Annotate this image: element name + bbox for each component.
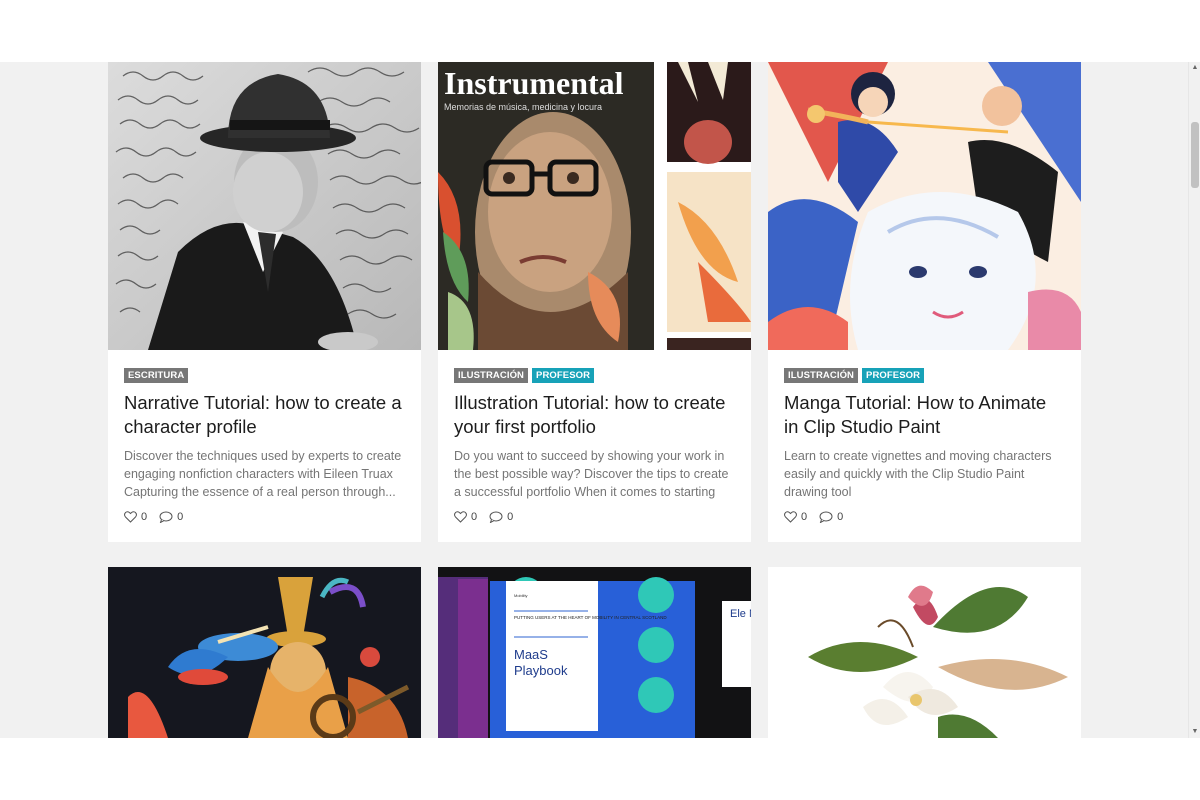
comment-icon — [159, 511, 173, 523]
like-button[interactable]: 0 — [124, 511, 147, 523]
tutorial-card[interactable]: Instrumental Memorias de música, medicin… — [438, 62, 751, 542]
category-tag[interactable]: ILUSTRACIÓN — [454, 368, 529, 383]
like-count: 0 — [801, 511, 808, 523]
heart-icon — [124, 511, 137, 523]
heart-icon — [454, 511, 467, 523]
book-small-text: Mobility — [514, 593, 528, 598]
heart-icon — [784, 511, 797, 523]
cover-title: Instrumental — [444, 65, 624, 101]
category-tag[interactable]: ESCRITURA — [124, 368, 189, 383]
card-thumbnail[interactable]: Instrumental Memorias de música, medicin… — [438, 62, 751, 350]
card-thumbnail[interactable] — [108, 62, 421, 350]
comment-icon — [819, 511, 833, 523]
comment-icon — [489, 511, 503, 523]
like-count: 0 — [141, 511, 148, 523]
card-title[interactable]: Narrative Tutorial: how to create a char… — [124, 391, 405, 438]
comments-button[interactable]: 0 — [159, 511, 183, 523]
comment-count: 0 — [177, 511, 184, 523]
like-button[interactable]: 0 — [454, 511, 477, 523]
comments-button[interactable]: 0 — [819, 511, 843, 523]
side-book-text: Ele Na 20 — [730, 608, 751, 620]
cover-subtitle: Memorias de música, medicina y locura — [444, 102, 602, 112]
card-thumbnail[interactable]: Mobility PUTTING USERS AT THE HEART OF M… — [438, 567, 751, 738]
tutorial-card[interactable]: ESCRITURA Narrative Tutorial: how to cre… — [108, 62, 421, 542]
content-viewport: ESCRITURA Narrative Tutorial: how to cre… — [0, 62, 1188, 738]
scrollbar-thumb[interactable] — [1191, 122, 1199, 188]
tutorial-card[interactable]: Mobility PUTTING USERS AT THE HEART OF M… — [438, 567, 751, 738]
comments-button[interactable]: 0 — [489, 511, 513, 523]
card-excerpt: Do you want to succeed by showing your w… — [454, 449, 729, 499]
professor-tag[interactable]: PROFESOR — [532, 368, 595, 383]
book-heading: PUTTING USERS AT THE HEART OF MOBILITY I… — [514, 615, 667, 620]
professor-tag[interactable]: PROFESOR — [862, 368, 925, 383]
card-excerpt: Learn to create vignettes and moving cha… — [784, 449, 1052, 499]
card-thumbnail[interactable] — [108, 567, 421, 738]
scroll-down-icon[interactable]: ▼ — [1190, 727, 1200, 737]
like-button[interactable]: 0 — [784, 511, 807, 523]
comment-count: 0 — [507, 511, 514, 523]
tutorial-card[interactable] — [108, 567, 421, 738]
tutorial-card[interactable]: ILUSTRACIÓN PROFESOR Manga Tutorial: How… — [768, 62, 1081, 542]
book-title-line-2: Playbook — [514, 663, 568, 678]
card-thumbnail[interactable] — [768, 62, 1081, 350]
category-tag[interactable]: ILUSTRACIÓN — [784, 368, 859, 383]
card-excerpt: Discover the techniques used by experts … — [124, 449, 402, 499]
card-thumbnail[interactable] — [768, 567, 1081, 738]
page-scrollbar[interactable]: ▲ ▼ — [1188, 62, 1200, 738]
scroll-up-icon[interactable]: ▲ — [1190, 63, 1200, 73]
card-title[interactable]: Manga Tutorial: How to Animate in Clip S… — [784, 391, 1065, 438]
book-title-line-1: MaaS — [514, 647, 548, 662]
card-title[interactable]: Illustration Tutorial: how to create you… — [454, 391, 735, 438]
comment-count: 0 — [837, 511, 844, 523]
tutorial-card[interactable] — [768, 567, 1081, 738]
like-count: 0 — [471, 511, 478, 523]
